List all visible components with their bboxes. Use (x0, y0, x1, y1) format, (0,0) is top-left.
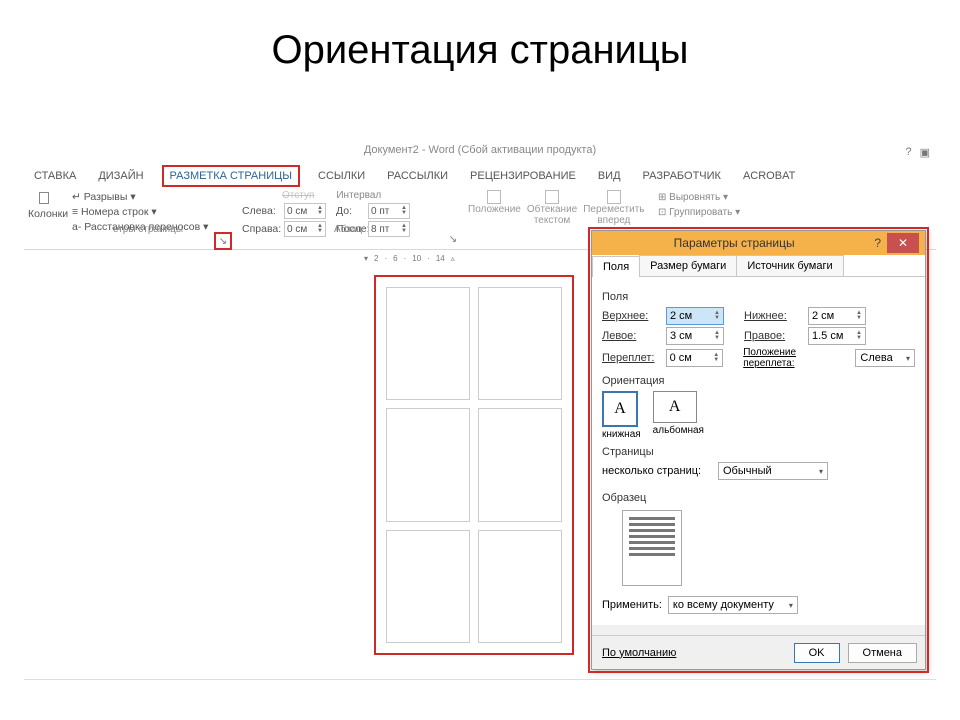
margins-group-title: Поля (602, 291, 915, 303)
tab-acrobat[interactable]: ACROBAT (739, 168, 799, 184)
landscape-icon: A (653, 391, 697, 423)
gutter-pos-select[interactable]: Слева▾ (855, 349, 915, 367)
indent-left-input[interactable]: 0 см▲▼ (284, 203, 326, 219)
tab-page-layout[interactable]: РАЗМЕТКА СТРАНИЦЫ (162, 165, 300, 187)
page-setup-group: ↵ Разрывы ▾ ≡ Номера строк ▾ a- Расстано… (68, 188, 228, 235)
page-thumbnails (374, 275, 574, 655)
forward-button[interactable]: Переместить вперед (583, 190, 644, 226)
tab-view[interactable]: ВИД (594, 168, 625, 184)
indent-left-label: Слева: (242, 205, 280, 217)
paragraph-group: Отступ Интервал Слева: 0 см▲▼ До: 0 пт▲▼… (238, 188, 458, 235)
word-screenshot: Документ2 - Word (Сбой активации продукт… (24, 150, 936, 680)
wrap-button[interactable]: Обтекание текстом (527, 190, 577, 226)
gutter-pos-label: Положение переплета: (743, 347, 849, 369)
group-label-paragraph: Абзац (238, 224, 458, 235)
portrait-icon: A (602, 391, 638, 427)
page-thumb[interactable] (386, 287, 470, 400)
spacing-before-label: До: (336, 205, 364, 217)
help-icon[interactable]: ? (905, 146, 911, 159)
orientation-portrait[interactable]: A книжная (602, 391, 641, 440)
dialog-tabs: Поля Размер бумаги Источник бумаги (592, 255, 925, 277)
tab-review[interactable]: РЕЦЕНЗИРОВАНИЕ (466, 168, 580, 184)
orientation-landscape[interactable]: A альбомная (653, 391, 704, 436)
preview-thumbnail (622, 510, 682, 586)
page-thumb[interactable] (478, 287, 562, 400)
margin-bottom-label: Нижнее: (744, 310, 802, 322)
default-button[interactable]: По умолчанию (600, 644, 678, 662)
ruler: ▾2·6·10·14▵ (364, 251, 616, 265)
slide-title: Ориентация страницы (0, 0, 960, 93)
preview-group-title: Образец (602, 492, 915, 504)
multi-pages-select[interactable]: Обычный▾ (718, 462, 828, 480)
page-thumb[interactable] (478, 530, 562, 643)
spacing-header: Интервал (336, 190, 381, 201)
arrange-group: Положение Обтекание текстом Переместить … (464, 188, 644, 235)
dialog-body: Поля Верхнее: 2 см▲▼ Нижнее: 2 см▲▼ Лево… (592, 277, 925, 625)
margin-right-label: Правое: (744, 330, 802, 342)
tab-design[interactable]: ДИЗАЙН (94, 168, 147, 184)
orientation-landscape-label: альбомная (653, 425, 704, 436)
page-thumb[interactable] (478, 408, 562, 521)
window-controls: ? ▣ (905, 146, 930, 159)
position-button[interactable]: Положение (468, 190, 521, 215)
dialog-tab-source[interactable]: Источник бумаги (736, 255, 843, 276)
pages-group-title: Страницы (602, 446, 915, 458)
gutter-input[interactable]: 0 см▲▼ (666, 349, 724, 367)
margin-top-input[interactable]: 2 см▲▼ (666, 307, 724, 325)
margin-right-input[interactable]: 1.5 см▲▼ (808, 327, 866, 345)
ribbon-opts-icon[interactable]: ▣ (920, 146, 930, 159)
ribbon-tabs: СТАВКА ДИЗАЙН РАЗМЕТКА СТРАНИЦЫ ССЫЛКИ Р… (30, 165, 799, 187)
dialog-tab-paper[interactable]: Размер бумаги (639, 255, 737, 276)
indent-header: Отступ (282, 190, 314, 201)
dialog-close-button[interactable]: ✕ (887, 233, 919, 253)
dialog-titlebar[interactable]: Параметры страницы ? ✕ (592, 231, 925, 255)
tab-developer[interactable]: РАЗРАБОТЧИК (639, 168, 725, 184)
page-thumb[interactable] (386, 530, 470, 643)
tab-references[interactable]: ССЫЛКИ (314, 168, 369, 184)
line-numbers-button[interactable]: ≡ Номера строк ▾ (72, 205, 224, 220)
arrange-group-2: ⊞ Выровнять ▾ ⊡ Группировать ▾ (654, 188, 794, 235)
multi-pages-label: несколько страниц: (602, 465, 712, 477)
margin-bottom-input[interactable]: 2 см▲▼ (808, 307, 866, 325)
dialog-help-icon[interactable]: ? (874, 236, 881, 250)
ok-button[interactable]: OK (794, 643, 840, 663)
apply-to-select[interactable]: ко всему документу▾ (668, 596, 798, 614)
spacing-before-input[interactable]: 0 пт▲▼ (368, 203, 410, 219)
gutter-label: Переплет: (602, 352, 660, 364)
orientation-group-title: Ориентация (602, 375, 915, 387)
app-title: Документ2 - Word (Сбой активации продукт… (24, 144, 936, 156)
dialog-tab-margins[interactable]: Поля (592, 256, 640, 277)
dialog-footer: По умолчанию OK Отмена (592, 635, 925, 669)
columns-button[interactable]: Колонки (24, 188, 64, 235)
columns-label: Колонки (28, 208, 60, 220)
margin-top-label: Верхнее: (602, 310, 660, 322)
breaks-button[interactable]: ↵ Разрывы ▾ (72, 190, 224, 205)
page-setup-dialog: Параметры страницы ? ✕ Поля Размер бумаг… (591, 230, 926, 670)
paragraph-launcher[interactable]: ↘ (444, 232, 462, 250)
margin-left-label: Левое: (602, 330, 660, 342)
margin-left-input[interactable]: 3 см▲▼ (666, 327, 724, 345)
page-setup-launcher[interactable]: ↘ (214, 232, 232, 250)
align-button[interactable]: ⊞ Выровнять ▾ (658, 190, 790, 205)
page-thumb[interactable] (386, 408, 470, 521)
apply-to-label: Применить: (602, 599, 662, 611)
orientation-portrait-label: книжная (602, 429, 641, 440)
cancel-button[interactable]: Отмена (848, 643, 917, 663)
tab-mailings[interactable]: РАССЫЛКИ (383, 168, 452, 184)
dialog-title: Параметры страницы (598, 236, 870, 250)
group-label-page-setup: етры страницы (68, 224, 228, 235)
tab-vstavka[interactable]: СТАВКА (30, 168, 80, 184)
group-button[interactable]: ⊡ Группировать ▾ (658, 205, 790, 220)
